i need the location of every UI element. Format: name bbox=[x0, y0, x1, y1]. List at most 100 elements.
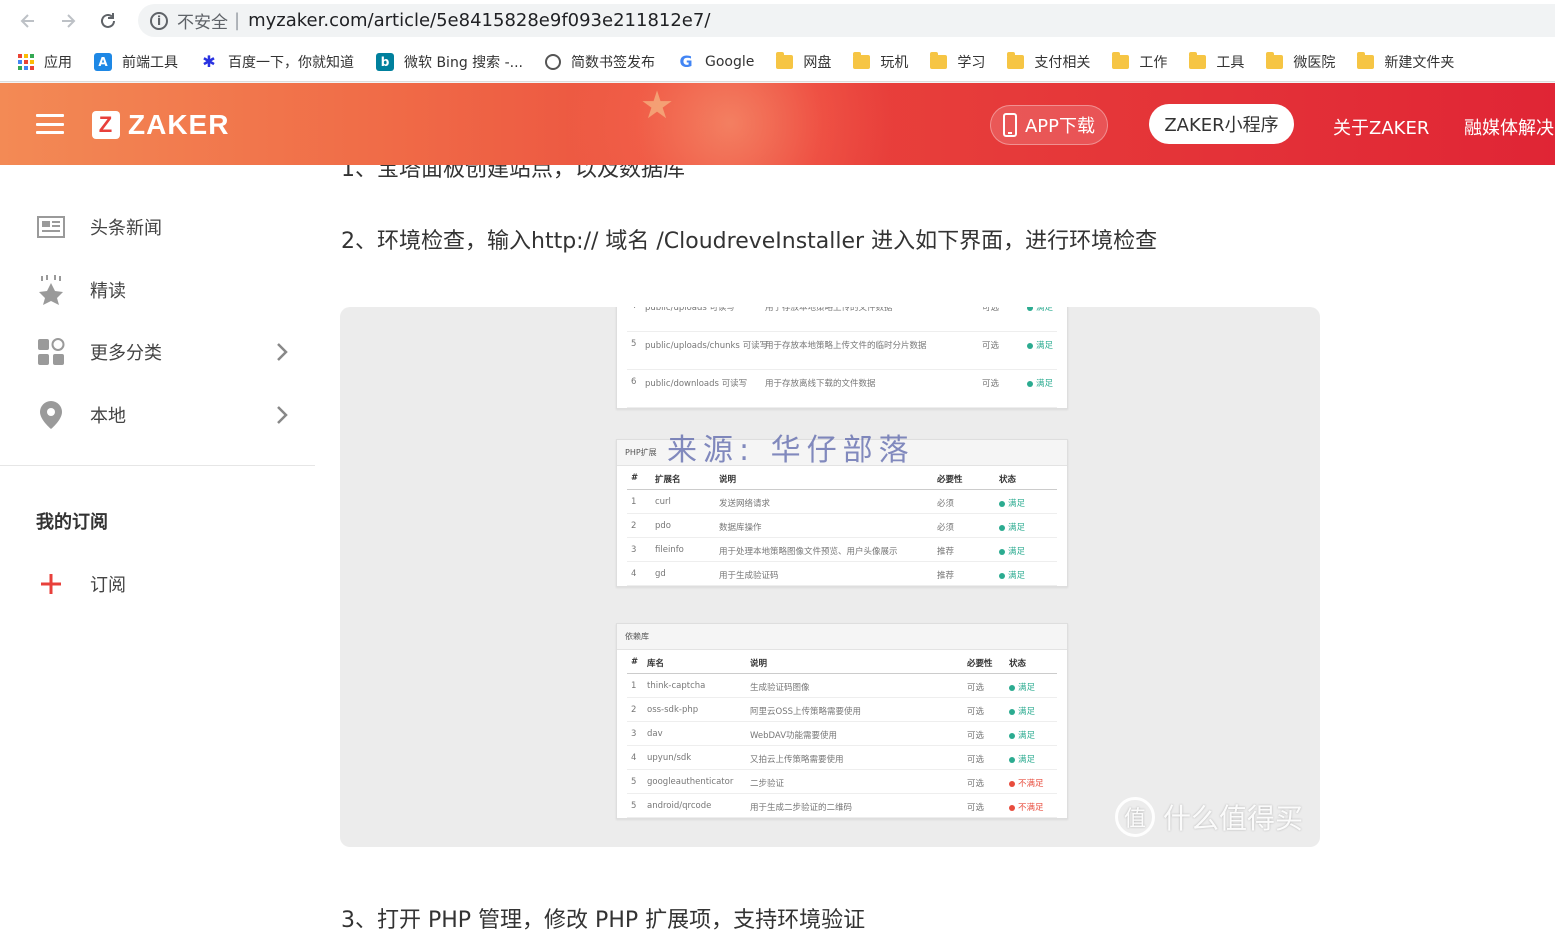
bookmark-item[interactable]: 网盘 bbox=[776, 51, 831, 72]
url-separator: | bbox=[234, 10, 241, 31]
folder-icon bbox=[930, 51, 948, 69]
row-requirement: 推荐 bbox=[937, 547, 955, 557]
baidu-paw-icon: ✱ bbox=[202, 52, 216, 71]
row-requirement: 可选 bbox=[982, 307, 1000, 313]
status-cell: 满足 bbox=[1009, 681, 1035, 693]
bookmark-item[interactable]: 新建文件夹 bbox=[1357, 51, 1454, 72]
about-link[interactable]: 关于ZAKER bbox=[1333, 114, 1429, 140]
app-download-label: APP下载 bbox=[1024, 116, 1096, 137]
row-description: 用于生成二步验证的二维码 bbox=[750, 803, 853, 813]
row-name: public/uploads/chunks 可读写 bbox=[645, 341, 769, 351]
bookmark-item[interactable]: 工作 bbox=[1112, 51, 1167, 72]
status-text: 不满足 bbox=[1018, 803, 1044, 813]
star-decoration-icon: ★ bbox=[640, 83, 675, 127]
check-circle-icon bbox=[1009, 756, 1015, 763]
status-cell: 满足 bbox=[999, 545, 1025, 557]
sidebar-item-more-categories[interactable]: 更多分类 bbox=[0, 327, 315, 377]
sidebar-item-headlines[interactable]: 头条新闻 bbox=[0, 202, 315, 252]
table-header-cell: 扩展名 bbox=[655, 475, 681, 485]
site-header: ★ Z ZAKER APP下载 ZAKER小程序 关于ZAKER 融媒体解决 bbox=[0, 83, 1555, 165]
bookmark-item[interactable]: 微医院 bbox=[1266, 51, 1335, 72]
location-pin-icon bbox=[36, 400, 66, 430]
table-row: 5 public/uploads/chunks 可读写 用于存放本地策略上传文件的临… bbox=[627, 332, 1057, 370]
article-content: 1、宝塔面板创建站点，以及数据库 2、环境检查，输入http:// 域名 /Cl… bbox=[315, 165, 1555, 946]
check-circle-icon bbox=[999, 500, 1005, 507]
table-header-cell: 状态 bbox=[999, 475, 1017, 485]
bookmark-item[interactable]: 简数书签发布 bbox=[545, 52, 655, 72]
row-description: 用于存放本地策略上传的文件数据 bbox=[765, 307, 893, 313]
table-header-row: # 扩展名 说明 必要性 状态 bbox=[627, 466, 1057, 490]
check-circle-icon bbox=[1027, 307, 1033, 311]
menu-icon[interactable] bbox=[36, 114, 64, 134]
dependency-card: 依赖库 # 库名 说明 必要性 状态 1 think-captcha 生成验证码图像 可选 满足 2… bbox=[616, 623, 1068, 819]
row-name: oss-sdk-php bbox=[647, 705, 699, 715]
dir-permission-card: 4public/uploads 可读写用于存放本地策略上传的文件数据可选满足5p… bbox=[616, 307, 1068, 409]
status-text: 不满足 bbox=[1018, 779, 1044, 789]
table-header-cell: 必要性 bbox=[937, 475, 963, 485]
row-description: WebDAV功能需要使用 bbox=[750, 731, 838, 741]
folder-icon bbox=[1007, 51, 1025, 69]
bookmark-item[interactable]: G Google bbox=[677, 52, 754, 71]
row-requirement: 必须 bbox=[937, 499, 955, 509]
row-name: gd bbox=[655, 569, 666, 579]
row-number: 5 bbox=[631, 339, 637, 349]
table-header-cell: 状态 bbox=[1009, 659, 1027, 669]
row-requirement: 可选 bbox=[967, 803, 985, 813]
status-cell: 满足 bbox=[1009, 753, 1035, 765]
row-number: 4 bbox=[631, 307, 636, 311]
row-requirement: 可选 bbox=[967, 779, 985, 789]
status-cell: 满足 bbox=[1027, 307, 1053, 313]
media-solution-link[interactable]: 融媒体解决 bbox=[1464, 114, 1554, 140]
zaker-logo[interactable]: Z ZAKER bbox=[92, 109, 229, 141]
bookmark-label: 支付相关 bbox=[1034, 54, 1091, 71]
google-g-icon: G bbox=[679, 52, 693, 71]
info-icon[interactable]: i bbox=[150, 11, 168, 30]
row-requirement: 可选 bbox=[967, 755, 985, 765]
mini-program-button[interactable]: ZAKER小程序 bbox=[1149, 104, 1294, 144]
check-circle-icon bbox=[1027, 342, 1033, 349]
sidebar: 头条新闻 精读 更多分类 本地 我的订阅 订阅 bbox=[0, 165, 315, 946]
url-text: myzaker.com/article/5e8415828e9f093e2118… bbox=[248, 10, 711, 31]
forward-button[interactable] bbox=[48, 1, 88, 41]
zaker-logo-text: ZAKER bbox=[128, 109, 230, 140]
reload-icon bbox=[101, 13, 115, 28]
table-row: 1 curl 发送网络请求 必须 满足 bbox=[627, 490, 1057, 514]
url-field[interactable]: i 不安全 | myzaker.com/article/5e8415828e9f… bbox=[138, 4, 1555, 37]
row-description: 数据库操作 bbox=[719, 523, 762, 533]
back-button[interactable] bbox=[8, 1, 48, 41]
row-description: 又拍云上传策略需要使用 bbox=[750, 755, 844, 765]
bookmark-item[interactable]: 玩机 bbox=[853, 51, 908, 72]
error-circle-icon bbox=[1009, 780, 1015, 787]
app-download-button[interactable]: APP下载 bbox=[990, 105, 1108, 145]
table-header-cell: 说明 bbox=[750, 659, 768, 669]
bookmark-item[interactable]: 工具 bbox=[1189, 51, 1244, 72]
sidebar-item-label: 头条新闻 bbox=[90, 218, 162, 239]
article-image[interactable]: 4public/uploads 可读写用于存放本地策略上传的文件数据可选满足5p… bbox=[340, 307, 1320, 847]
sidebar-item-label: 更多分类 bbox=[90, 343, 162, 364]
reload-button[interactable] bbox=[88, 1, 128, 41]
status-text: 满足 bbox=[1036, 307, 1054, 313]
bookmark-item[interactable]: b 微软 Bing 搜索 -... bbox=[376, 52, 523, 72]
bookmark-item[interactable]: A 前端工具 bbox=[94, 52, 178, 72]
status-cell: 不满足 bbox=[1009, 777, 1044, 789]
check-circle-icon bbox=[1009, 732, 1015, 739]
article-paragraph-step2: 2、环境检查，输入http:// 域名 /CloudreveInstaller … bbox=[341, 229, 1158, 254]
source-watermark: 来源: 华仔部落 bbox=[667, 433, 915, 468]
site-watermark-text: 什么值得买 bbox=[1163, 802, 1304, 835]
row-name: fileinfo bbox=[655, 545, 684, 555]
bookmark-item[interactable]: 应用 bbox=[18, 52, 72, 72]
sidebar-item-featured[interactable]: 精读 bbox=[0, 265, 315, 315]
bookmark-item[interactable]: ✱ 百度一下，你就知道 bbox=[200, 52, 354, 72]
status-cell: 满足 bbox=[999, 521, 1025, 533]
table-row: 2 oss-sdk-php 阿里云OSS上传策略需要使用 可选 满足 bbox=[627, 698, 1057, 722]
tool-a-icon: A bbox=[94, 52, 112, 71]
table-row: 3 fileinfo 用于处理本地策略图像文件预览、用户头像展示 推荐 满足 bbox=[627, 538, 1057, 562]
bookmark-item[interactable]: 支付相关 bbox=[1007, 51, 1091, 72]
bookmark-item[interactable]: 学习 bbox=[930, 51, 985, 72]
row-description: 生成验证码图像 bbox=[750, 683, 810, 693]
row-number: 3 bbox=[631, 729, 637, 739]
sidebar-item-local[interactable]: 本地 bbox=[0, 390, 315, 440]
row-requirement: 必须 bbox=[937, 523, 955, 533]
subscribe-button[interactable]: 订阅 bbox=[0, 559, 315, 609]
check-circle-icon bbox=[999, 524, 1005, 531]
